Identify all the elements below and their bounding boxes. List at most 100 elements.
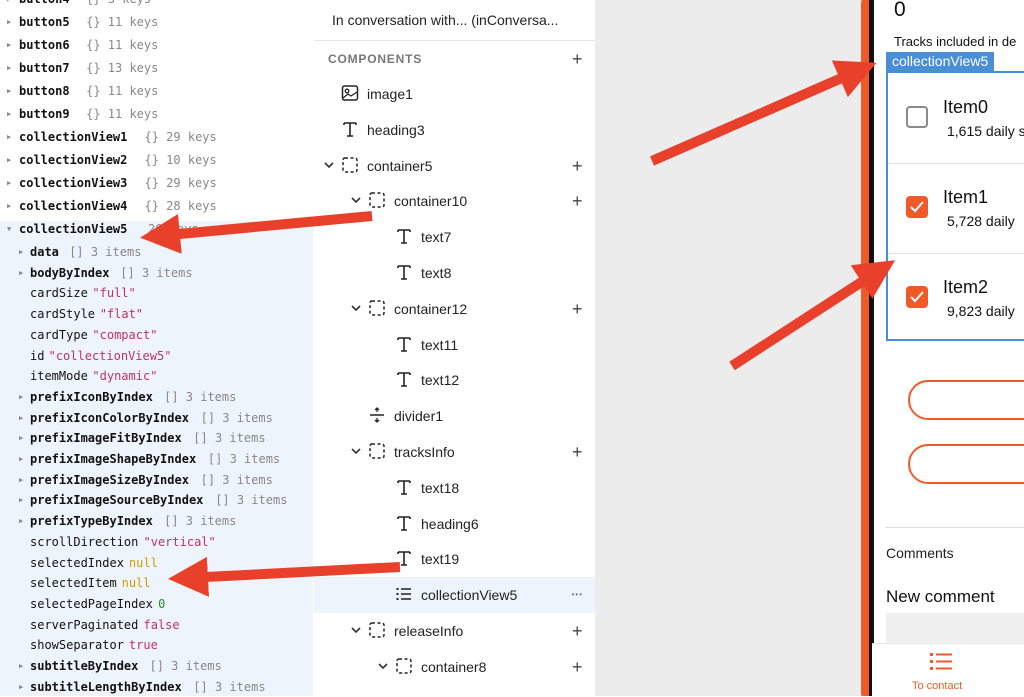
state-row[interactable]: ▼ collectionView5 26 keys	[0, 219, 313, 240]
state-child-row[interactable]: selectedIndex null	[0, 553, 313, 574]
chevron-down-icon[interactable]	[377, 660, 389, 672]
collection-view-tag[interactable]: collectionView5	[886, 52, 995, 71]
list-item[interactable]: Item2 9,823 daily	[888, 253, 1024, 343]
state-child-row[interactable]: selectedPageIndex 0	[0, 594, 313, 615]
tree-item-heading6[interactable]: heading6	[314, 506, 595, 542]
screen-tab[interactable]: In conversation with... (inConversa...	[314, 0, 595, 41]
chevron-down-icon[interactable]	[350, 445, 362, 457]
tree-item-text18[interactable]: text18	[314, 470, 595, 506]
expand-icon[interactable]: ▶	[19, 677, 23, 696]
expand-icon[interactable]: ▶	[19, 449, 23, 470]
list-item[interactable]: Item0 1,615 daily s	[888, 73, 1024, 164]
checkbox-unchecked[interactable]	[906, 106, 928, 128]
tree-item-text12[interactable]: text12	[314, 362, 595, 398]
expand-icon[interactable]: ▶	[7, 35, 11, 56]
state-child-row[interactable]: serverPaginated false	[0, 615, 313, 636]
add-component-icon[interactable]: +	[572, 50, 583, 68]
chevron-down-icon[interactable]	[350, 302, 362, 314]
collection-view[interactable]: Item0 1,615 daily s Item1 5,728 daily It…	[886, 71, 1024, 341]
state-child-row[interactable]: id "collectionView5"	[0, 346, 313, 367]
expand-icon[interactable]: ▶	[19, 387, 23, 408]
tree-item-collectionview5[interactable]: collectionView5 •••	[314, 577, 595, 614]
add-child-icon[interactable]: +	[572, 192, 583, 210]
state-row[interactable]: ▶ collectionView1 {} 29 keys	[0, 127, 313, 148]
state-child-row[interactable]: scrollDirection "vertical"	[0, 532, 313, 553]
state-child-row[interactable]: ▶ prefixIconByIndex [] 3 items	[0, 387, 313, 408]
checkbox-checked[interactable]	[906, 286, 928, 308]
outline-button[interactable]	[908, 380, 1024, 420]
state-child-row[interactable]: ▶ bodyByIndex [] 3 items	[0, 263, 313, 284]
tree-item-divider1[interactable]: divider1	[314, 398, 595, 434]
state-child-row[interactable]: ▶ prefixImageSizeByIndex [] 3 items	[0, 470, 313, 491]
state-row[interactable]: ▶ collectionView2 {} 10 keys	[0, 150, 313, 171]
tree-item-tracksinfo[interactable]: tracksInfo +	[314, 434, 595, 470]
tree-item-text19[interactable]: text19	[314, 541, 595, 577]
tree-item-container5[interactable]: container5 +	[314, 148, 595, 184]
state-row[interactable]: ▶ button5 {} 11 keys	[0, 12, 313, 33]
expand-icon[interactable]: ▶	[7, 0, 11, 10]
chevron-down-icon[interactable]	[323, 159, 335, 171]
expand-icon[interactable]: ▶	[19, 656, 23, 677]
state-row[interactable]: ▶ collectionView4 {} 28 keys	[0, 196, 313, 217]
state-child-row[interactable]: showSeparator true	[0, 635, 313, 656]
tree-item-releaseinfo[interactable]: releaseInfo +	[314, 613, 595, 649]
expand-icon[interactable]: ▶	[7, 196, 11, 217]
state-row[interactable]: ▶ button4 {} 3 keys	[0, 0, 313, 10]
state-row[interactable]: ▶ button6 {} 11 keys	[0, 35, 313, 56]
state-child-row[interactable]: cardStyle "flat"	[0, 304, 313, 325]
expand-icon[interactable]: ▼	[7, 219, 11, 240]
expand-icon[interactable]: ▶	[7, 150, 11, 171]
tree-item-container10[interactable]: container10 +	[314, 183, 595, 219]
state-row[interactable]: ▶ collectionView3 {} 29 keys	[0, 173, 313, 194]
list-item[interactable]: Item1 5,728 daily	[888, 163, 1024, 254]
state-child-row[interactable]: ▶ prefixIconColorByIndex [] 3 items	[0, 408, 313, 429]
chevron-down-icon[interactable]	[350, 624, 362, 636]
chevron-down-icon[interactable]	[350, 194, 362, 206]
expand-icon[interactable]: ▶	[7, 127, 11, 148]
expand-icon[interactable]: ▶	[19, 263, 23, 284]
tree-item-text7[interactable]: text7	[314, 219, 595, 255]
expand-icon[interactable]: ▶	[7, 81, 11, 102]
state-child-row[interactable]: ▶ prefixTypeByIndex [] 3 items	[0, 511, 313, 532]
tree-item-container8[interactable]: container8 +	[314, 649, 595, 685]
expand-icon[interactable]: ▶	[7, 173, 11, 194]
tree-item-heading3[interactable]: heading3	[314, 112, 595, 148]
expand-icon[interactable]: ▶	[19, 470, 23, 491]
state-child-row[interactable]: ▶ subtitleByIndex [] 3 items	[0, 656, 313, 677]
tree-item-text8[interactable]: text8	[314, 255, 595, 291]
add-child-icon[interactable]: +	[572, 157, 583, 175]
state-child-row[interactable]: ▶ data [] 3 items	[0, 242, 313, 263]
add-child-icon[interactable]: +	[572, 658, 583, 676]
state-child-row[interactable]: ▶ prefixImageFitByIndex [] 3 items	[0, 428, 313, 449]
tree-item-container12[interactable]: container12 +	[314, 291, 595, 327]
state-row[interactable]: ▶ button9 {} 11 keys	[0, 104, 313, 125]
outline-button[interactable]	[908, 444, 1024, 484]
state-child-row[interactable]: cardSize "full"	[0, 283, 313, 304]
list-icon[interactable]	[930, 652, 952, 672]
tree-item-text11[interactable]: text11	[314, 327, 595, 363]
nav-tab-label[interactable]: To contact	[912, 680, 962, 692]
expand-icon[interactable]: ▶	[19, 511, 23, 532]
state-child-row[interactable]: ▶ prefixImageSourceByIndex [] 3 items	[0, 490, 313, 511]
state-child-row[interactable]: cardType "compact"	[0, 325, 313, 346]
state-row[interactable]: ▶ button8 {} 11 keys	[0, 81, 313, 102]
expand-icon[interactable]: ▶	[19, 428, 23, 449]
state-row[interactable]: ▶ button7 {} 13 keys	[0, 58, 313, 79]
add-child-icon[interactable]: +	[572, 300, 583, 318]
state-child-row[interactable]: itemMode "dynamic"	[0, 366, 313, 387]
expand-icon[interactable]: ▶	[7, 104, 11, 125]
expand-icon[interactable]: ▶	[19, 408, 23, 429]
expand-icon[interactable]: ▶	[19, 490, 23, 511]
state-child-row[interactable]: selectedItem null	[0, 573, 313, 594]
tree-item-image1[interactable]: image1	[314, 76, 595, 112]
expand-icon[interactable]: ▶	[7, 12, 11, 33]
checkbox-checked[interactable]	[906, 196, 928, 218]
add-child-icon[interactable]: +	[572, 443, 583, 461]
expand-icon[interactable]: ▶	[7, 58, 11, 79]
expand-icon[interactable]: ▶	[19, 242, 23, 263]
state-child-row[interactable]: ▶ subtitleLengthByIndex [] 3 items	[0, 677, 313, 696]
comment-input[interactable]	[886, 613, 1024, 643]
add-child-icon[interactable]: +	[572, 622, 583, 640]
more-options-icon[interactable]: •••	[572, 590, 583, 599]
state-child-row[interactable]: ▶ prefixImageShapeByIndex [] 3 items	[0, 449, 313, 470]
